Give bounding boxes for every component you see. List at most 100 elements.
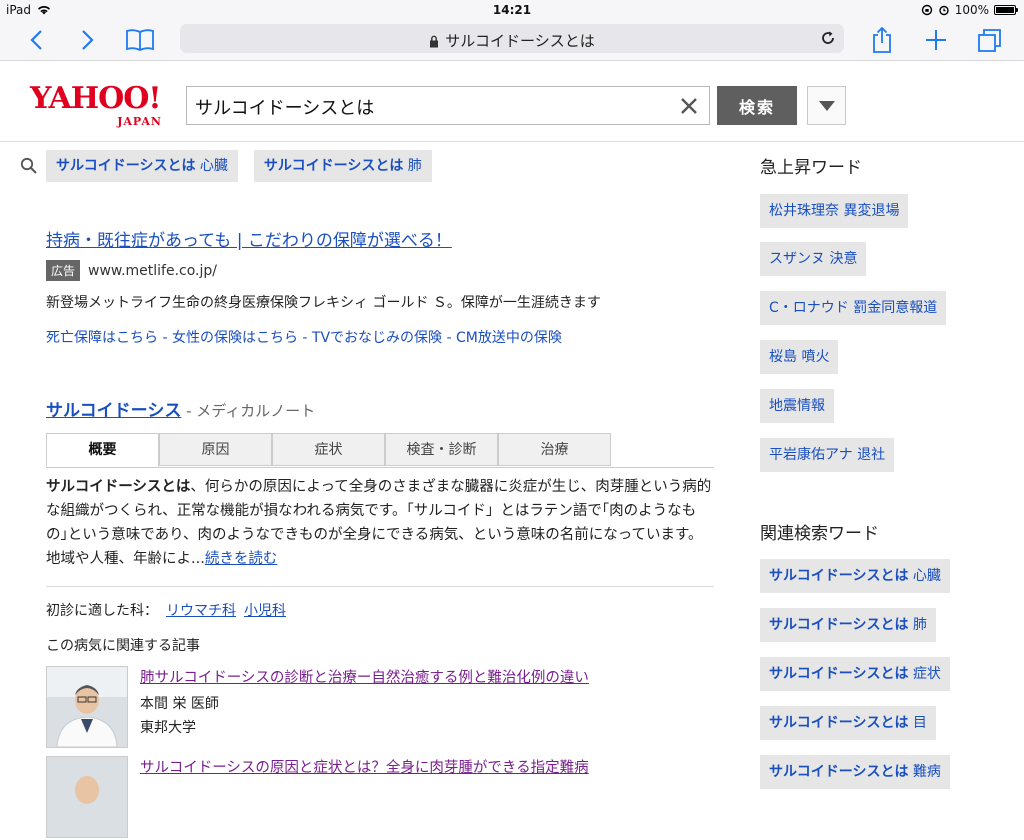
suggest-chip[interactable]: サルコイドーシスとは 心臓 <box>46 150 238 182</box>
reload-icon[interactable] <box>820 30 836 46</box>
chip-rest: 肺 <box>908 617 927 633</box>
clear-icon[interactable] <box>679 96 699 116</box>
search-button[interactable]: 検索 <box>717 86 797 125</box>
trend-chip[interactable]: C・ロナウド 罰金同意報道 <box>760 291 947 325</box>
related-search-chip[interactable]: サルコイドーシスとは 難病 <box>760 755 950 789</box>
doctor-photo[interactable] <box>46 666 128 748</box>
related-search-heading: 関連検索ワード <box>760 524 879 544</box>
chip-rest: 心臓 <box>908 568 941 584</box>
tab-diagnosis[interactable]: 検査・診断 <box>385 433 498 466</box>
chip-bold: サルコイドーシスとは <box>769 764 909 780</box>
result-tabs: 概要 原因 症状 検査・診断 治療 <box>46 433 714 468</box>
logo-sub: JAPAN <box>117 115 162 128</box>
ad-title-link[interactable]: 持病・既往症があっても | こだわりの保障が選べる！ <box>46 226 452 251</box>
ad-badge: 広告 <box>46 260 81 281</box>
trend-chip[interactable]: 平岩康佑アナ 退社 <box>760 438 895 472</box>
article-title-link[interactable]: 肺サルコイドーシスの診断と治療ー自然治癒する例と難治化例の違い <box>140 666 589 687</box>
search-icon <box>20 157 37 174</box>
article-title-link[interactable]: サルコイドーシスの原因と症状とは？全身に肉芽腫ができる指定難病 <box>140 756 589 777</box>
specialty-label: 初診に適した科： <box>46 603 158 619</box>
trend-chip[interactable]: スザンヌ 決意 <box>760 242 867 276</box>
share-button[interactable] <box>866 24 898 56</box>
specialty-link[interactable]: 小児科 <box>244 603 286 619</box>
related-search-chip[interactable]: サルコイドーシスとは 心臓 <box>760 559 950 593</box>
tab-overview[interactable]: 概要 <box>46 433 159 467</box>
result-summary: サルコイドーシスとは、何らかの原因によって全身のさまざまな臓器に炎症が生じ、肉芽… <box>46 475 714 571</box>
doctor-image <box>47 667 127 747</box>
trend-chip[interactable]: 桜島 噴火 <box>760 340 839 374</box>
logo-main: YAHOO! <box>30 81 162 116</box>
tab-cause[interactable]: 原因 <box>159 433 272 466</box>
status-right: 100% <box>921 3 1018 17</box>
browser-toolbar: サルコイドーシスとは <box>0 20 1024 61</box>
related-search-chip[interactable]: サルコイドーシスとは 症状 <box>760 657 950 691</box>
plus-icon <box>926 30 946 50</box>
ad-description: 新登場メットライフ生命の終身医療保険フレキシィ ゴールド Ｓ。保障が一生涯続きま… <box>46 295 601 311</box>
doctor-image <box>47 757 127 837</box>
article-item: サルコイドーシスの原因と症状とは？全身に肉芽腫ができる指定難病 <box>46 756 714 840</box>
related-search-chip[interactable]: サルコイドーシスとは 肺 <box>760 608 936 642</box>
specialty-link[interactable]: リウマチ科 <box>166 603 236 619</box>
ad-meta: 広告 www.metlife.co.jp/ <box>46 260 217 281</box>
tab-treatment[interactable]: 治療 <box>498 433 611 466</box>
chevron-left-icon <box>30 30 42 50</box>
search-box <box>186 86 710 126</box>
search-options-button[interactable] <box>807 86 846 125</box>
yahoo-logo[interactable]: YAHOO! JAPAN <box>30 81 166 129</box>
result-source: - メディカルノート <box>181 402 316 420</box>
address-text-wrap: サルコイドーシスとは <box>180 30 844 51</box>
article-author: 本間 栄 医師 <box>140 696 219 712</box>
share-icon <box>873 26 891 53</box>
trend-chip[interactable]: 松井珠理奈 異変退場 <box>760 194 909 228</box>
address-bar[interactable]: サルコイドーシスとは <box>180 24 844 53</box>
tab-symptoms[interactable]: 症状 <box>272 433 385 466</box>
search-header: YAHOO! JAPAN 検索 <box>0 61 1024 142</box>
rotation-lock-icon <box>921 4 932 16</box>
ad-sitelinks[interactable]: 死亡保障はこちら - 女性の保険はこちら - TVでおなじみの保険 - CM放送… <box>46 327 562 347</box>
suggest-chip[interactable]: サルコイドーシスとは 肺 <box>253 150 432 182</box>
result-title: サルコイドーシス - メディカルノート <box>46 396 315 421</box>
chip-bold: サルコイドーシスとは <box>56 158 196 174</box>
tabs-icon <box>978 29 1001 52</box>
chip-rest: 症状 <box>908 666 941 682</box>
back-button[interactable] <box>20 24 52 56</box>
chip-bold: サルコイドーシスとは <box>769 666 909 682</box>
trend-chip[interactable]: 地震情報 <box>760 389 834 423</box>
chip-rest: 心臓 <box>195 158 228 174</box>
article-item: 肺サルコイドーシスの診断と治療ー自然治癒する例と難治化例の違い 本間 栄 医師 … <box>46 666 714 750</box>
doctor-photo[interactable] <box>46 756 128 838</box>
battery-icon <box>994 5 1018 15</box>
chip-bold: サルコイドーシスとは <box>769 715 909 731</box>
specialty-row: 初診に適した科： リウマチ科 小児科 <box>46 600 286 620</box>
tabs-button[interactable] <box>974 24 1006 56</box>
chip-bold: サルコイドーシスとは <box>263 158 404 174</box>
ad-domain: www.metlife.co.jp/ <box>88 262 218 279</box>
article-org: 東邦大学 <box>140 720 196 736</box>
summary-term: サルコイドーシスとは <box>46 479 191 495</box>
forward-button[interactable] <box>72 24 104 56</box>
new-tab-button[interactable] <box>920 24 952 56</box>
chip-rest: 肺 <box>403 158 422 174</box>
chip-rest: 難病 <box>908 764 941 780</box>
related-search-chip[interactable]: サルコイドーシスとは 目 <box>760 706 936 740</box>
divider <box>46 586 714 587</box>
search-input[interactable] <box>193 87 667 126</box>
related-articles-heading: この病気に関連する記事 <box>46 638 200 654</box>
address-text: サルコイドーシスとは <box>445 32 595 50</box>
bookmarks-button[interactable] <box>122 24 158 56</box>
battery-percent: 100% <box>954 3 989 17</box>
chip-rest: 目 <box>908 715 927 731</box>
status-bar: iPad 14:21 100% <box>0 0 1024 20</box>
triangle-down-icon <box>818 100 835 111</box>
book-icon <box>126 29 154 51</box>
chip-bold: サルコイドーシスとは <box>769 617 909 633</box>
result-title-link[interactable]: サルコイドーシス <box>46 401 181 421</box>
status-time: 14:21 <box>492 3 532 17</box>
read-more-link[interactable]: 続きを読む <box>205 551 278 567</box>
alarm-icon <box>938 5 949 16</box>
trending-heading: 急上昇ワード <box>760 158 862 178</box>
suggest-row: サルコイドーシスとは 心臓 サルコイドーシスとは 肺 <box>20 150 448 182</box>
chevron-right-icon <box>82 30 94 50</box>
chip-bold: サルコイドーシスとは <box>769 568 909 584</box>
lock-icon <box>430 35 439 48</box>
